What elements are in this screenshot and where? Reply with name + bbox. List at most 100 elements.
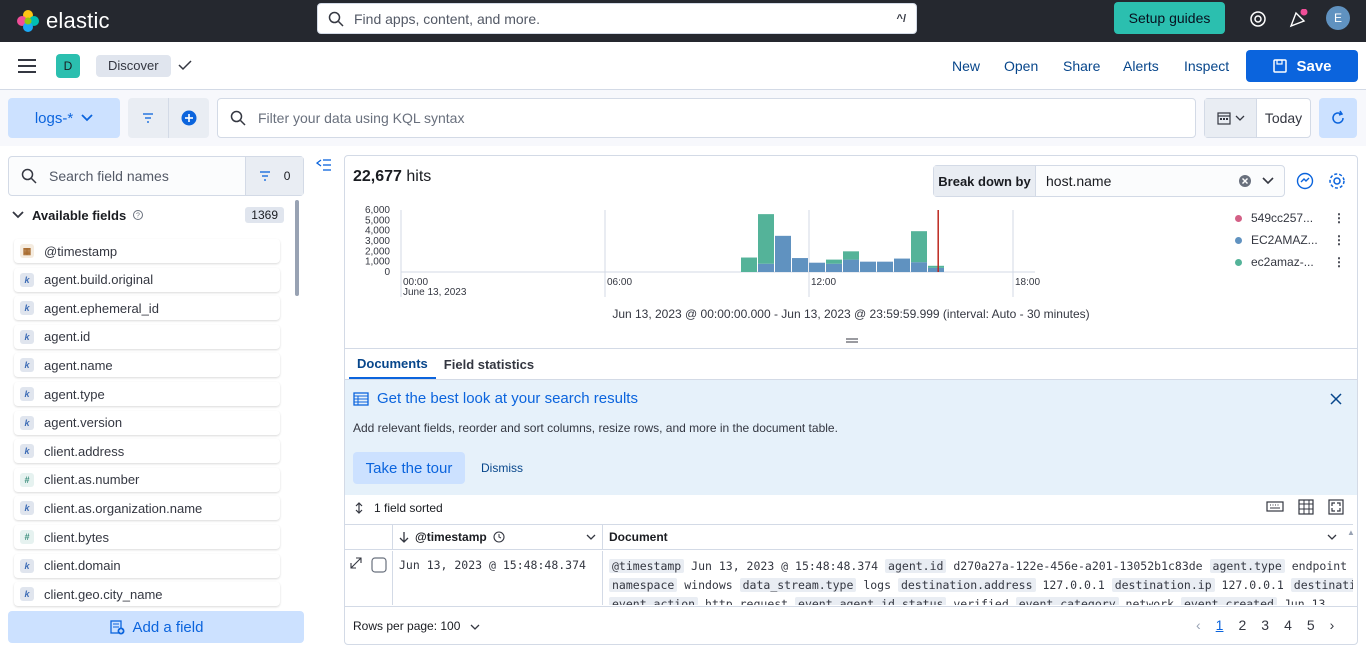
page-3[interactable]: 3 [1261,617,1269,633]
chevron-down-icon[interactable] [586,534,596,540]
legend-menu-icon[interactable]: ⋮ [1333,211,1345,225]
chart-bar [826,259,842,264]
field-item[interactable]: k client.domain [14,553,280,578]
field-type-keyword-icon: k [20,501,34,516]
field-item[interactable]: # client.as.number [14,467,280,492]
dismiss-button[interactable]: Dismiss [481,461,523,475]
sort-control[interactable]: 1 field sorted [354,501,443,515]
field-type-keyword-icon: k [20,415,34,430]
chevron-down-icon[interactable] [1327,534,1337,540]
available-fields-toggle[interactable]: Available fields ? 1369 [12,206,284,224]
table-icon [353,391,369,406]
table-scroll-up-icon[interactable]: ▲ [1347,528,1355,537]
breadcrumb-discover[interactable]: Discover [96,55,171,77]
share-link[interactable]: Share [1063,58,1100,74]
news-feed-icon[interactable] [1288,9,1308,29]
legend-menu-icon[interactable]: ⋮ [1333,255,1345,269]
field-item[interactable]: k agent.name [14,353,280,378]
page-5[interactable]: 5 [1307,617,1315,633]
timestamp-column-header[interactable]: @timestamp [393,525,603,549]
legend-item[interactable]: ec2amaz-... ⋮ [1235,255,1345,269]
refresh-button[interactable] [1319,98,1357,138]
open-link[interactable]: Open [1004,58,1038,74]
alerts-link[interactable]: Alerts [1123,58,1159,74]
clear-icon[interactable] [1238,174,1252,188]
field-type-filter-button[interactable]: 0 [245,157,303,195]
menu-icon[interactable] [18,58,38,77]
available-fields-label: Available fields [32,207,127,223]
field-name: client.as.organization.name [44,500,203,516]
data-view-label: logs-* [34,109,74,127]
field-name: @timestamp [44,243,118,259]
field-item[interactable]: k agent.version [14,410,280,435]
inspect-link[interactable]: Inspect [1184,58,1229,74]
field-item[interactable]: k agent.ephemeral_id [14,296,280,321]
legend-menu-icon[interactable]: ⋮ [1333,233,1345,247]
collapse-sidebar-icon[interactable] [315,158,332,175]
field-item[interactable]: k agent.type [14,382,280,406]
field-item[interactable]: ▦ @timestamp [14,239,280,263]
legend-item[interactable]: 549cc257... ⋮ [1235,211,1345,225]
space-badge[interactable]: D [56,54,80,78]
quick-menu-button[interactable] [1205,99,1257,137]
tab-documents[interactable]: Documents [349,349,436,379]
histogram-chart[interactable]: 01,0002,0003,0004,0005,0006,00000:00 06:0… [352,205,1040,300]
display-options-icon[interactable] [1298,499,1314,515]
chevron-down-icon [81,114,93,122]
field-item[interactable]: # client.bytes [14,525,280,549]
breakdown-selector[interactable]: Break down by host.name [933,165,1285,197]
field-name: agent.name [44,357,113,373]
row-timestamp[interactable]: Jun 13, 2023 @ 15:48:48.374 [393,551,603,605]
setup-guides-button[interactable]: Setup guides [1114,2,1225,34]
legend-label: 549cc257... [1251,211,1314,225]
field-search-input[interactable]: Search field names 0 [8,156,304,196]
field-item[interactable]: k client.geo.city_name [14,582,280,607]
new-link[interactable]: New [952,58,980,74]
field-name: agent.version [44,415,123,431]
data-view-picker[interactable]: logs-* [8,98,120,138]
legend-item[interactable]: EC2AMAZ... ⋮ [1235,233,1345,247]
global-search-input[interactable]: Find apps, content, and more. ^/ [317,3,917,34]
rows-per-page-selector[interactable]: Rows per page: 100 [353,619,480,633]
field-type-date-icon: ▦ [20,244,34,258]
page-1[interactable]: 1 [1216,617,1224,633]
take-tour-button[interactable]: Take the tour [353,452,465,484]
doc-field-key: event.category [1015,597,1119,605]
row-checkbox[interactable] [371,557,387,573]
sidebar-scrollbar[interactable] [295,200,299,296]
save-visualization-icon[interactable] [1296,172,1314,193]
save-button[interactable]: Save [1246,50,1358,82]
field-item[interactable]: k client.address [14,439,280,464]
chart-bar [826,263,842,272]
kql-query-input[interactable]: Filter your data using KQL syntax [217,98,1196,138]
chevron-down-icon[interactable] [1262,177,1274,185]
fullscreen-icon[interactable] [1328,499,1344,515]
tab-field-statistics[interactable]: Field statistics [436,349,542,379]
page-4[interactable]: 4 [1284,617,1292,633]
filter-menu-button[interactable] [128,98,169,138]
expand-icon[interactable] [350,557,362,569]
checkmark-icon [177,58,193,75]
field-item[interactable]: k agent.build.original [14,267,280,292]
field-item[interactable]: k agent.id [14,324,280,349]
add-field-button[interactable]: Add a field [8,611,304,643]
help-icon[interactable] [1248,9,1268,29]
next-page-icon[interactable]: › [1330,617,1335,633]
row-document[interactable]: @timestamp Jun 13, 2023 @ 15:48:48.374 a… [603,551,1353,605]
resize-handle-icon[interactable] [846,333,858,347]
date-range-label[interactable]: Today [1257,99,1310,137]
close-icon[interactable] [1330,393,1342,408]
chart-options-gear-icon[interactable] [1328,172,1346,193]
page-2[interactable]: 2 [1238,617,1246,633]
user-avatar[interactable]: E [1326,6,1350,30]
prev-page-icon[interactable]: ‹ [1196,617,1201,633]
elastic-logo[interactable]: elastic [16,8,316,34]
add-filter-button[interactable] [169,98,209,138]
keyboard-icon[interactable] [1266,499,1284,513]
field-item[interactable]: k client.as.organization.name [14,496,280,521]
search-shortcut: ^/ [896,12,906,25]
add-field-label: Add a field [132,618,204,636]
y-tick-label: 3,000 [365,236,390,247]
document-column-header[interactable]: Document [603,525,1353,549]
sorted-label: 1 field sorted [374,501,443,515]
